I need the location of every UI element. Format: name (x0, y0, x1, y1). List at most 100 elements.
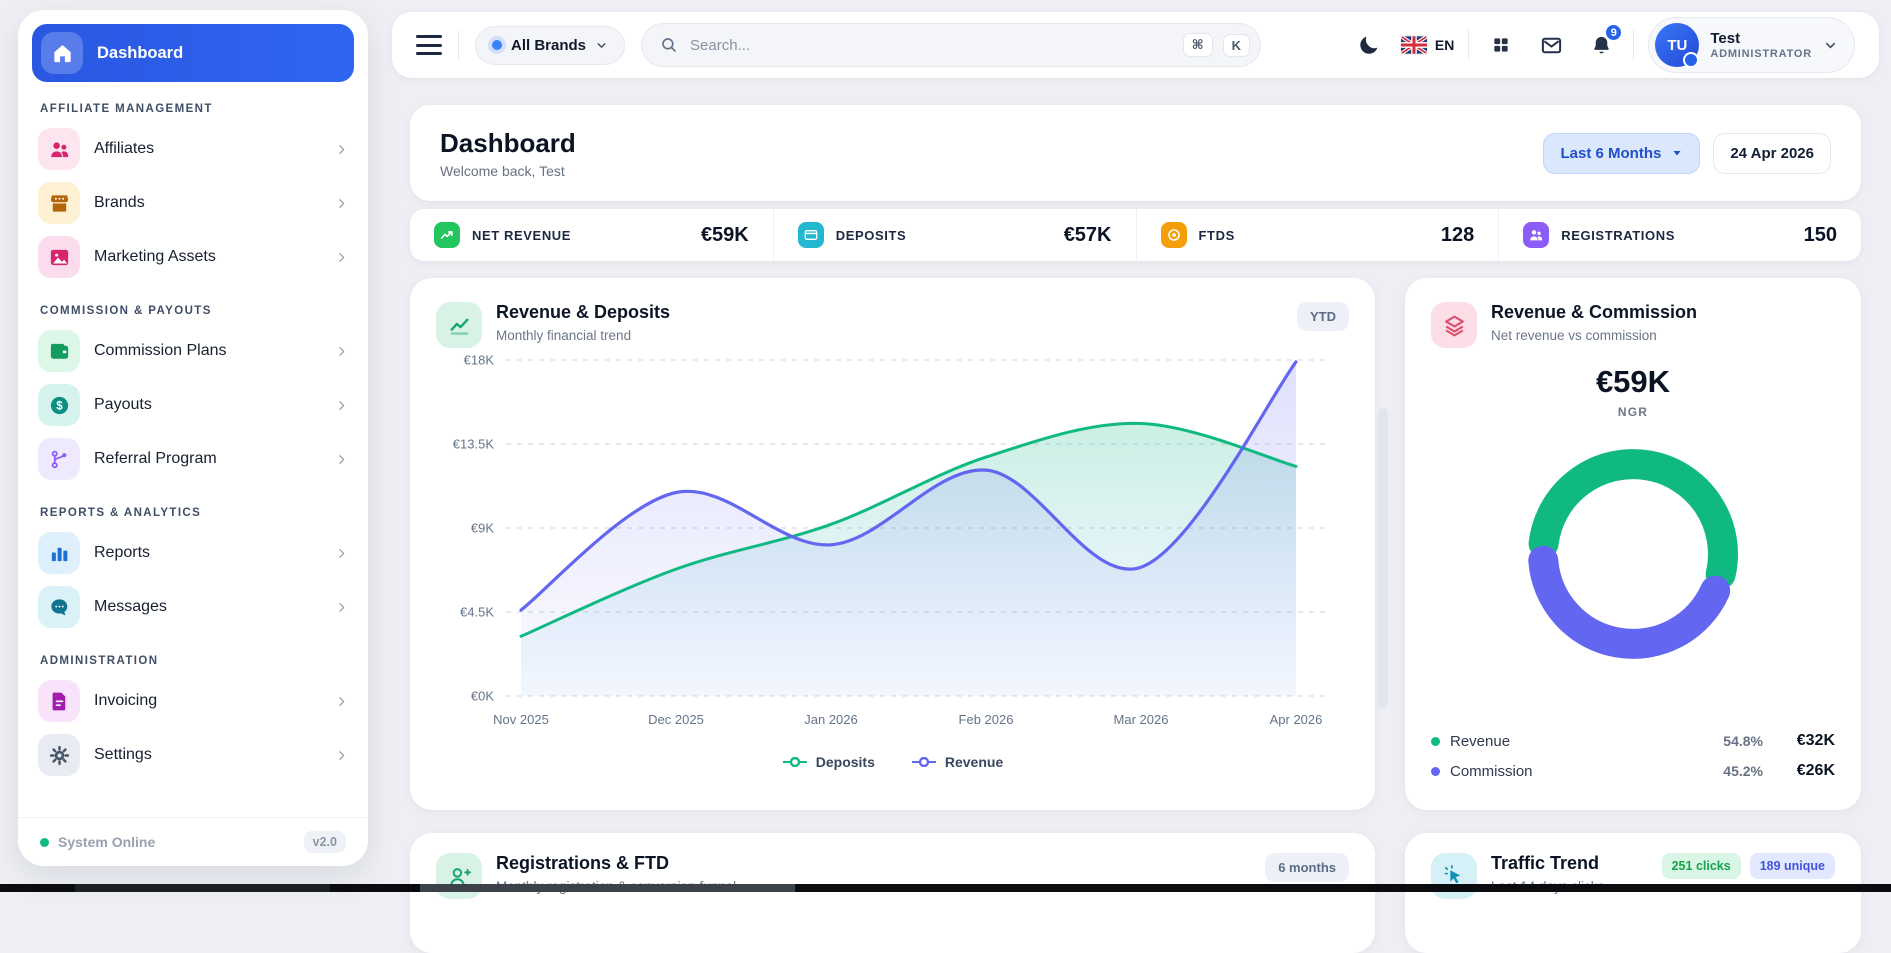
notifications-button[interactable]: 9 (1583, 23, 1624, 63)
search-bar[interactable]: ⌘ K (641, 23, 1262, 67)
legend-revenue[interactable]: Revenue (911, 754, 1003, 770)
date-range-label: Last 6 Months (1560, 144, 1662, 162)
user-menu[interactable]: TU Test ADMINISTRATOR (1648, 17, 1855, 73)
user-name: Test (1710, 30, 1741, 48)
apps-grid-button[interactable] (1483, 27, 1519, 63)
stats-bar: NET REVENUE €59K DEPOSITS €57K FTDS 128 REGIST… (410, 209, 1861, 261)
page-title: Dashboard (440, 127, 576, 158)
search-input[interactable] (688, 35, 1173, 55)
legend-deposits[interactable]: Deposits (782, 754, 875, 770)
page-header: Dashboard Welcome back, Test Last 6 Mont… (410, 105, 1861, 201)
legend-name: Revenue (1450, 732, 1511, 750)
chart-subtitle: Monthly financial trend (496, 327, 632, 343)
sidebar-item-payouts[interactable]: $ Payouts (32, 378, 354, 432)
affiliates-icon (38, 128, 80, 170)
sidebar-footer: System Online v2.0 (18, 817, 368, 866)
chart-title: Revenue & Deposits (496, 302, 671, 322)
stat-value: €59K (700, 223, 749, 246)
legend-marker-icon (911, 757, 936, 767)
scrollbar-thumb[interactable] (1378, 408, 1388, 708)
donut-card-title: Revenue & Commission (1491, 302, 1698, 322)
status-dot-icon (40, 837, 49, 847)
chevron-right-icon (335, 547, 348, 560)
stat-value: 128 (1440, 223, 1475, 246)
sidebar-sections: AFFILIATE MANAGEMENT Affiliates Brands Mark… (32, 103, 354, 782)
settings-icon (38, 734, 80, 776)
sidebar-item-referral-program[interactable]: Referral Program (32, 432, 354, 486)
legend-percent: 54.8% (1723, 733, 1763, 749)
notification-count-badge: 9 (1604, 23, 1624, 42)
sidebar-item-label: Payouts (94, 396, 152, 413)
online-status-dot (1683, 52, 1700, 68)
sidebar: Dashboard AFFILIATE MANAGEMENT Affiliates… (18, 10, 368, 866)
legend-value: €26K (1796, 762, 1835, 779)
brand-filter-dropdown[interactable]: All Brands (475, 25, 626, 65)
ytd-badge: YTD (1297, 302, 1349, 331)
uk-flag-icon (1400, 36, 1427, 54)
language-label: EN (1434, 37, 1455, 53)
donut-card-subtitle: Net revenue vs commission (1491, 327, 1657, 343)
svg-text:Dec 2025: Dec 2025 (648, 712, 704, 727)
sidebar-item-label: Commission Plans (94, 342, 227, 359)
sidebar-item-affiliates[interactable]: Affiliates (32, 122, 354, 176)
reports-icon (38, 532, 80, 574)
menu-toggle-button[interactable] (416, 35, 442, 55)
svg-text:Jan 2026: Jan 2026 (804, 712, 858, 727)
svg-text:€18K: €18K (464, 353, 495, 368)
system-status: System Online (58, 834, 156, 850)
sidebar-item-label: Affiliates (94, 140, 155, 157)
sidebar-item-label: Brands (94, 194, 145, 211)
dark-mode-toggle[interactable] (1351, 27, 1387, 63)
stat-registrations: REGISTRATIONS 150 (1498, 209, 1861, 261)
payouts-icon: $ (38, 384, 80, 426)
chevron-right-icon (335, 601, 348, 614)
sidebar-item-marketing-assets[interactable]: Marketing Assets (32, 230, 354, 284)
brand-filter-label: All Brands (511, 36, 587, 54)
sidebar-item-invoicing[interactable]: Invoicing (32, 674, 354, 728)
chevron-right-icon (335, 197, 348, 210)
divider (1468, 30, 1470, 60)
svg-text:Feb 2026: Feb 2026 (959, 712, 1014, 727)
sidebar-item-reports[interactable]: Reports (32, 526, 354, 580)
svg-text:$: $ (56, 400, 63, 412)
taskbar (0, 884, 1891, 892)
stat-label: NET REVENUE (472, 227, 572, 243)
ngr-label: NGR (1617, 405, 1649, 419)
shortcut-k-key: K (1222, 33, 1251, 57)
registrations-ftd-card: Registrations & FTD Monthly registration… (410, 833, 1375, 953)
welcome-text: Welcome back, Test (440, 162, 565, 179)
home-icon (41, 32, 83, 74)
language-selector[interactable]: EN (1400, 36, 1455, 54)
svg-text:€13.5K: €13.5K (453, 437, 495, 452)
sidebar-item-brands[interactable]: Brands (32, 176, 354, 230)
stat-deposits: DEPOSITS €57K (772, 209, 1136, 261)
svg-text:€4.5K: €4.5K (460, 605, 494, 620)
date-picker-button[interactable]: 24 Apr 2026 (1713, 132, 1831, 174)
chevron-right-icon (335, 749, 348, 762)
unique-badge: 189 unique (1749, 853, 1835, 879)
sidebar-item-settings[interactable]: Settings (32, 728, 354, 782)
stat-value: 150 (1803, 223, 1837, 246)
sidebar-item-messages[interactable]: Messages (32, 580, 354, 634)
divider (458, 30, 459, 60)
legend-marker-icon (782, 757, 807, 767)
sidebar-item-commission-plans[interactable]: Commission Plans (32, 324, 354, 378)
deposits-icon (797, 222, 824, 248)
version-badge: v2.0 (303, 831, 346, 853)
sidebar-item-label: Settings (94, 746, 152, 763)
svg-text:Apr 2026: Apr 2026 (1270, 712, 1323, 727)
brand-dot-icon (492, 40, 502, 50)
donut-legend-commission: Commission 45.2% €26K (1431, 756, 1835, 786)
chevron-right-icon (335, 251, 348, 264)
stat-ftds: FTDS 128 (1135, 209, 1499, 261)
chevron-down-icon (597, 42, 606, 48)
chevron-right-icon (335, 345, 348, 358)
sidebar-item-label: Marketing Assets (94, 248, 216, 265)
messages-button[interactable] (1533, 27, 1569, 63)
invoicing-icon (38, 680, 80, 722)
line-chart-icon (436, 302, 482, 348)
sidebar-item-dashboard[interactable]: Dashboard (32, 24, 354, 82)
date-range-dropdown[interactable]: Last 6 Months (1543, 132, 1701, 174)
section-label-commission-payouts: COMMISSION & PAYOUTS (40, 305, 212, 317)
marketing-assets-icon (38, 236, 80, 278)
